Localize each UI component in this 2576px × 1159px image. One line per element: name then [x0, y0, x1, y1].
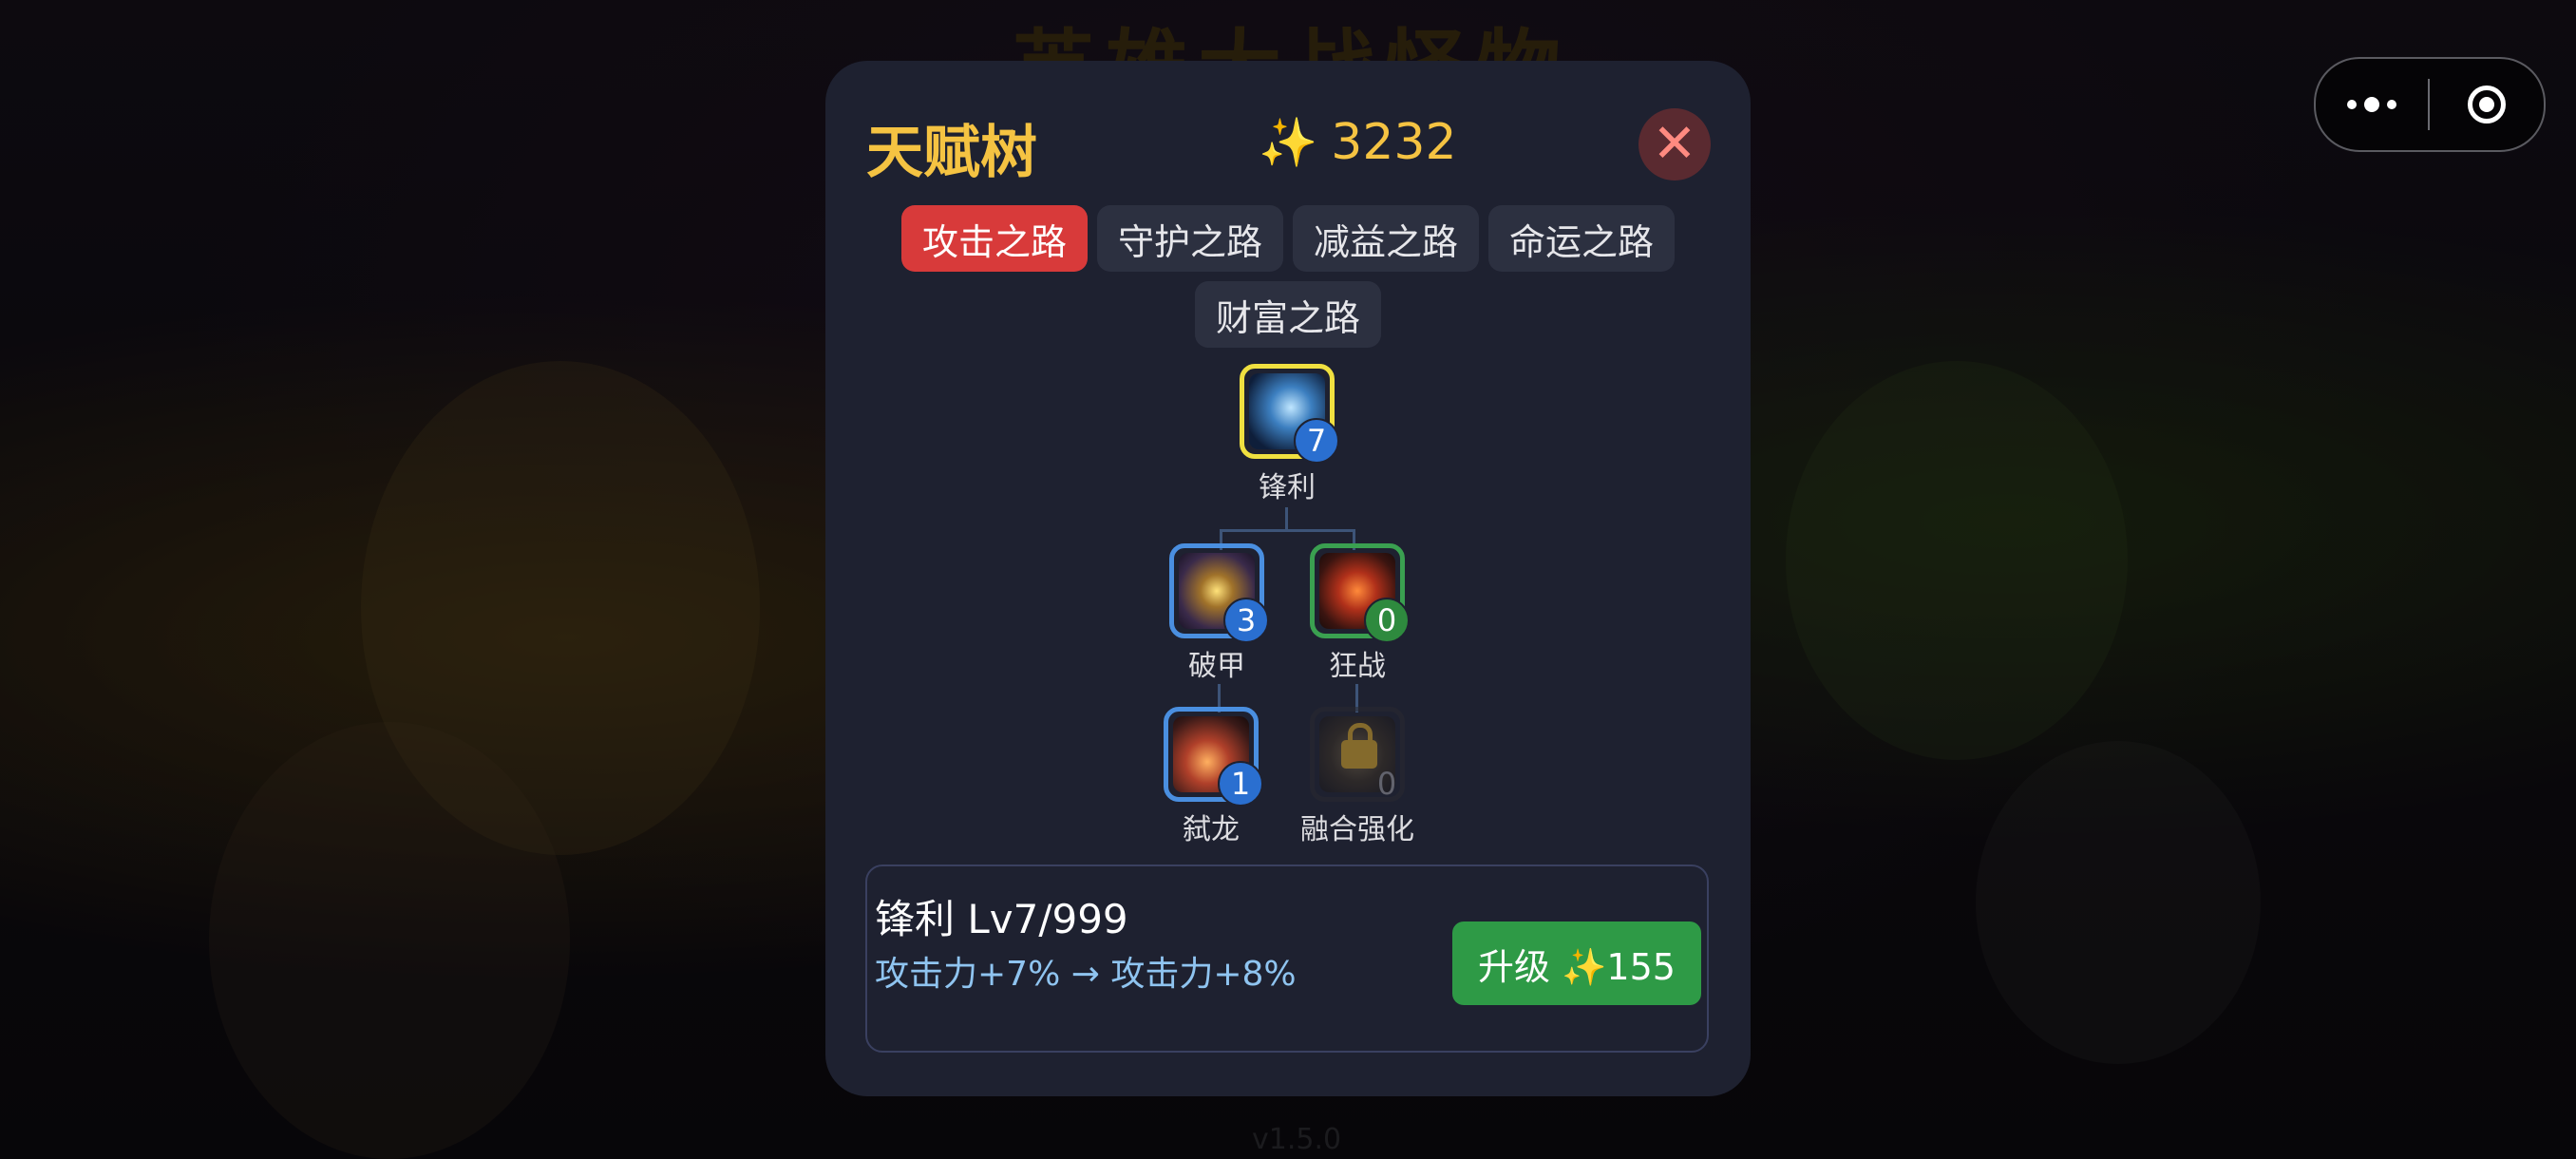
level-badge: 3 [1223, 598, 1269, 643]
talent-node-sharp[interactable]: 7 [1240, 364, 1339, 464]
level-badge: 0 [1364, 598, 1410, 643]
talent-detail-effect: 攻击力+7% → 攻击力+8% [875, 955, 1297, 994]
upgrade-button[interactable]: 升级 ✨155 [1452, 922, 1701, 1005]
node-label: 弑龙 [1183, 813, 1240, 846]
level-badge: 1 [1218, 761, 1263, 807]
tree-connector [1220, 529, 1355, 532]
level-badge: 0 [1376, 766, 1397, 802]
talent-detail-box: 锋利 Lv7/999 攻击力+7% → 攻击力+8% 升级 ✨155 [865, 864, 1709, 1053]
talent-node-fusion[interactable]: 0 [1310, 707, 1405, 802]
node-label: 破甲 [1188, 650, 1245, 683]
node-label: 狂战 [1329, 650, 1386, 683]
node-label: 锋利 [1259, 471, 1316, 504]
tree-connector [1285, 507, 1288, 530]
talent-node-dragon-slayer[interactable]: 1 [1164, 707, 1263, 807]
talent-tree-panel: 天赋树 ✨ 3232 ✕ 攻击之路 守护之路 减益之路 命运之路 财富之路 7 … [825, 61, 1751, 1096]
talent-node-berserk[interactable]: 0 [1310, 543, 1410, 643]
more-dots-icon[interactable] [2316, 59, 2428, 150]
miniprogram-capsule [2314, 57, 2546, 152]
talent-node-armor-break[interactable]: 3 [1169, 543, 1269, 643]
target-circle-icon[interactable] [2430, 86, 2544, 124]
lock-icon [1341, 723, 1377, 769]
talent-detail-title: 锋利 Lv7/999 [875, 896, 1128, 942]
node-label: 融合强化 [1300, 813, 1414, 846]
level-badge: 7 [1294, 418, 1339, 464]
